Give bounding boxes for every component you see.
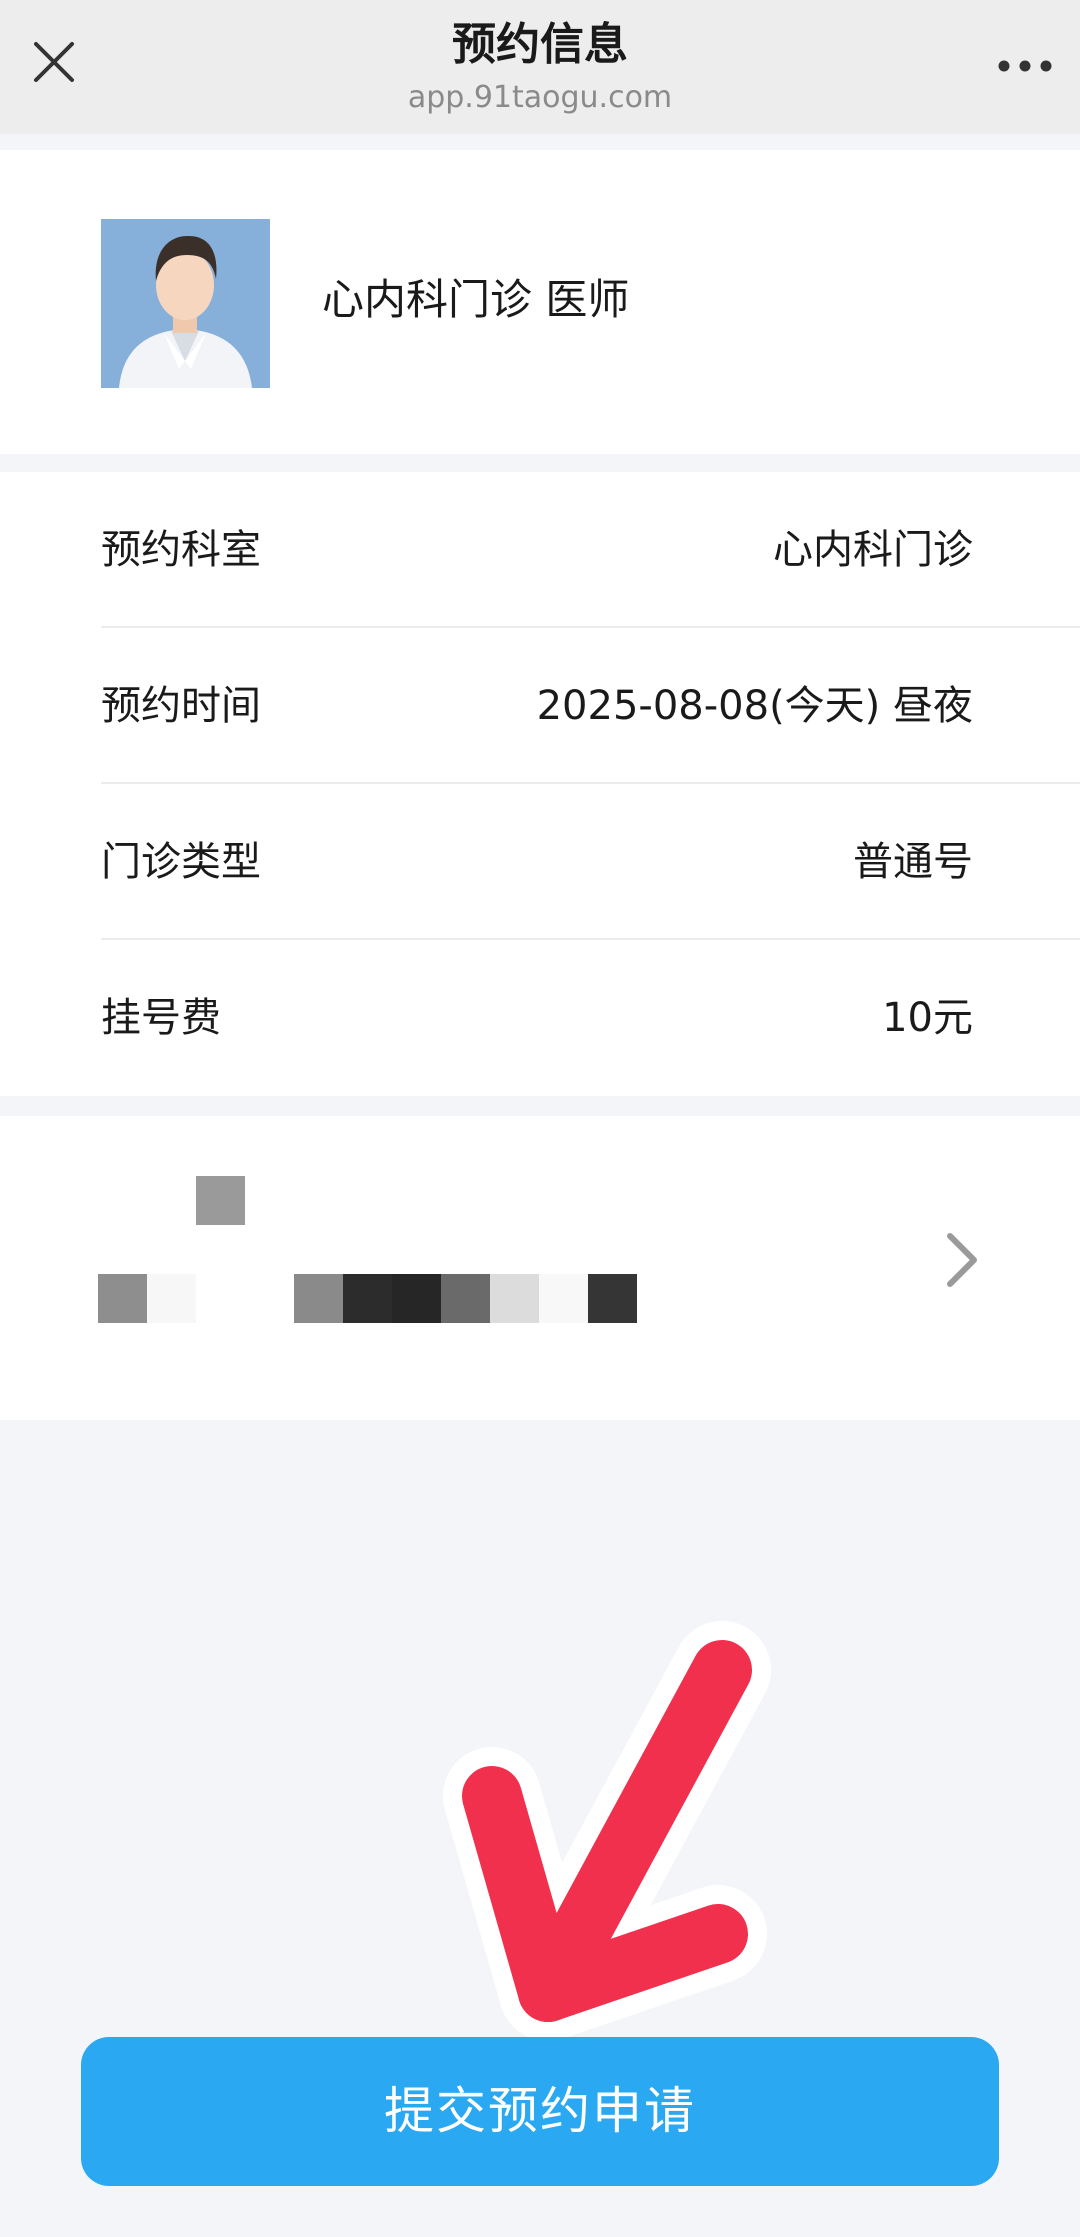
redacted-block	[98, 1274, 147, 1323]
redacted-block	[490, 1274, 539, 1323]
info-value: 2025-08-08(今天) 昼夜	[536, 683, 973, 729]
info-label: 门诊类型	[101, 839, 261, 885]
doctor-avatar	[101, 219, 270, 388]
info-value: 10元	[882, 995, 973, 1041]
redacted-block	[392, 1274, 441, 1323]
doctor-card: 心内科门诊 医师	[0, 150, 1080, 454]
redacted-block	[294, 1274, 343, 1323]
appointment-info-list: 预约科室 心内科门诊 预约时间 2025-08-08(今天) 昼夜 门诊类型 普…	[0, 472, 1080, 1096]
info-label: 预约科室	[101, 527, 261, 573]
doctor-name: 心内科门诊 医师	[322, 275, 630, 324]
info-row-fee: 挂号费 10元	[0, 940, 1080, 1096]
redacted-block	[147, 1274, 196, 1323]
redacted-block	[588, 1274, 637, 1323]
info-value: 普通号	[853, 839, 973, 885]
submit-appointment-button[interactable]: 提交预约申请	[81, 2037, 999, 2186]
redacted-block	[343, 1274, 392, 1323]
chevron-right-icon	[940, 1230, 984, 1290]
redacted-block	[539, 1274, 588, 1323]
annotation-arrow-icon	[400, 1600, 820, 2070]
info-label: 预约时间	[101, 683, 261, 729]
page-url: app.91taogu.com	[407, 80, 673, 115]
redacted-block	[441, 1274, 490, 1323]
info-row-clinic-type: 门诊类型 普通号	[0, 784, 1080, 940]
info-value: 心内科门诊	[773, 527, 973, 573]
top-navbar: 预约信息 app.91taogu.com	[0, 0, 1080, 134]
info-label: 挂号费	[101, 995, 221, 1041]
info-row-department: 预约科室 心内科门诊	[0, 472, 1080, 628]
redacted-block	[196, 1176, 245, 1225]
patient-selector[interactable]	[0, 1116, 1080, 1420]
info-row-time: 预约时间 2025-08-08(今天) 昼夜	[0, 628, 1080, 784]
more-dots-icon[interactable]	[990, 36, 1060, 96]
page-title: 预约信息	[452, 19, 628, 70]
